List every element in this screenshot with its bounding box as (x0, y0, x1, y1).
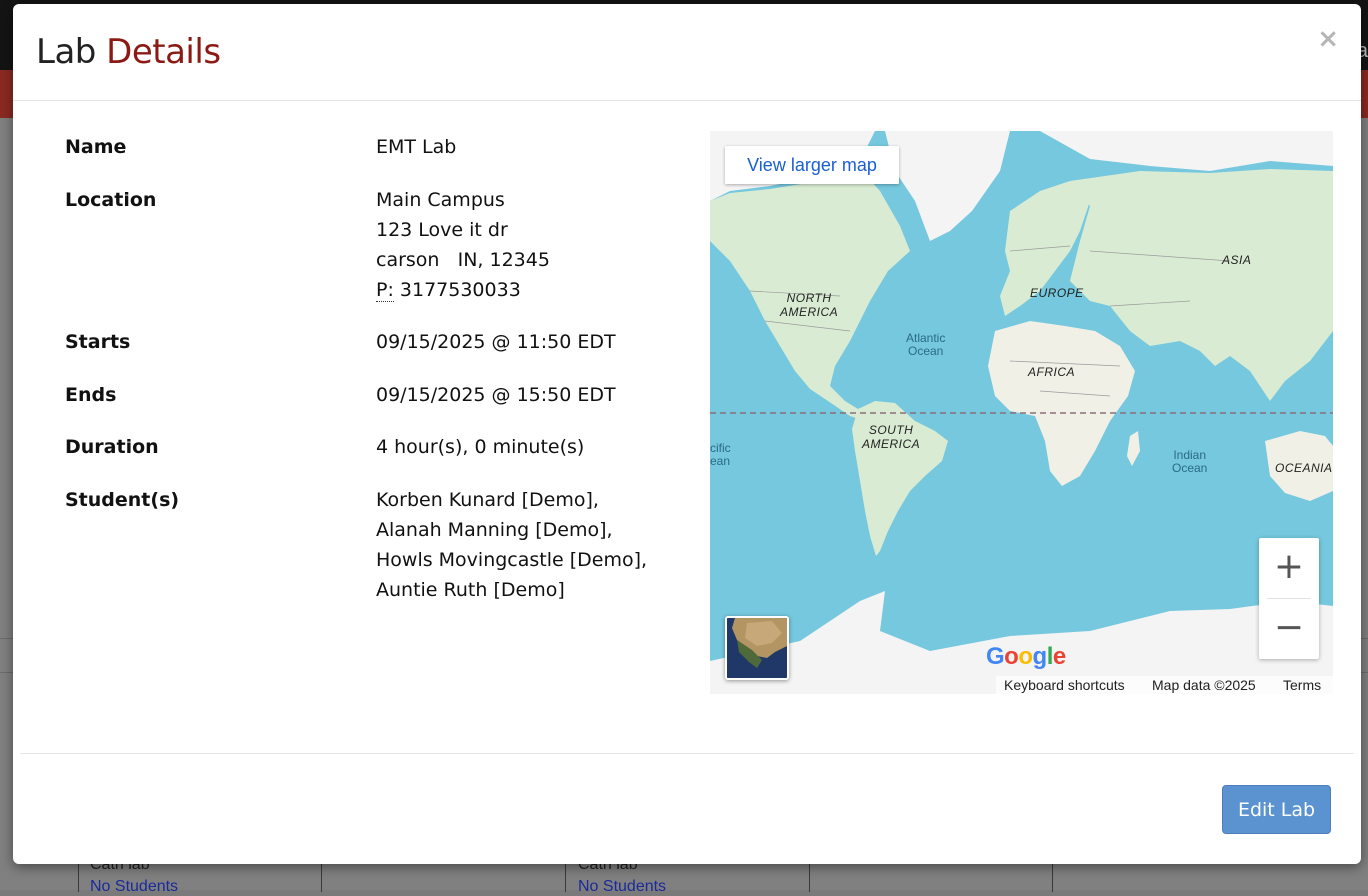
student-item: Korben Kunard [Demo], (376, 489, 599, 511)
lab-details-modal: Lab Details × Name EMT Lab Location Main… (13, 4, 1361, 864)
modal-footer-divider (20, 753, 1354, 754)
address-line: 123 Love it dr (376, 219, 508, 241)
view-larger-map-button[interactable]: View larger map (725, 146, 899, 184)
map-label-indian-ocean: Indian Ocean (1172, 448, 1208, 475)
detail-label: Student(s) (65, 489, 180, 511)
map-label-pacific-ocean: cific ean (710, 441, 731, 468)
close-icon[interactable]: × (1317, 26, 1339, 52)
map-label-asia: ASIA (1222, 253, 1252, 267)
map-label-atlantic-ocean: Atlantic Ocean (906, 331, 946, 358)
phone-abbr: P: (376, 279, 394, 302)
student-item: Auntie Ruth [Demo] (376, 579, 565, 601)
zoom-out-button[interactable]: − (1259, 599, 1319, 659)
detail-value: 09/15/2025 @ 11:50 EDT (376, 331, 616, 353)
map-zoom-control: + − (1259, 538, 1319, 659)
map-data-attribution: Map data ©2025 (1152, 677, 1256, 693)
student-item: Howls Movingcastle [Demo], (376, 549, 648, 571)
modal-title: Lab Details (36, 32, 221, 72)
detail-label: Duration (65, 436, 159, 458)
address-line: Main Campus (376, 189, 505, 211)
map-label-oceania: OCEANIA (1275, 461, 1333, 475)
modal-title-plain: Lab (36, 32, 96, 72)
phone-number: 3177530033 (399, 279, 521, 301)
phone-line: P: 3177530033 (376, 275, 550, 305)
map-label-south-america: SOUTH AMERICA (862, 423, 921, 451)
logo-letter: g (1032, 643, 1048, 670)
location-address: Main Campus 123 Love it dr carson IN, 12… (376, 185, 550, 305)
logo-letter: G (986, 643, 1005, 670)
terms-link[interactable]: Terms (1283, 676, 1321, 694)
detail-label: Location (65, 189, 157, 211)
detail-value: 09/15/2025 @ 15:50 EDT (376, 384, 616, 406)
detail-label: Name (65, 136, 127, 158)
background-cell-link[interactable]: No Students (578, 878, 666, 896)
detail-label: Starts (65, 331, 131, 353)
map-label-north-america: NORTH AMERICA (780, 291, 839, 319)
modal-header: Lab Details × (13, 4, 1361, 101)
modal-title-accent: Details (106, 32, 221, 72)
google-logo: Google (986, 643, 1066, 671)
logo-letter: o (1004, 643, 1019, 670)
map-label-africa: AFRICA (1028, 365, 1076, 379)
detail-label: Ends (65, 384, 117, 406)
embedded-map[interactable]: NORTH AMERICA SOUTH AMERICA EUROPE AFRIC… (710, 131, 1333, 694)
satellite-thumbnail-icon (727, 618, 787, 678)
zoom-in-button[interactable]: + (1259, 538, 1319, 598)
logo-letter: e (1052, 643, 1066, 670)
world-map-graphic (710, 131, 1333, 694)
logo-letter: o (1018, 643, 1033, 670)
satellite-view-toggle[interactable] (725, 616, 789, 680)
detail-value: EMT Lab (376, 136, 457, 158)
map-label-europe: EUROPE (1030, 286, 1084, 300)
students-list: Korben Kunard [Demo], Alanah Manning [De… (376, 485, 647, 605)
address-line: carson IN, 12345 (376, 249, 550, 271)
map-attribution-bar: Keyboard shortcuts Map data ©2025 Terms (996, 676, 1333, 694)
student-item: Alanah Manning [Demo], (376, 519, 613, 541)
edit-lab-button[interactable]: Edit Lab (1222, 785, 1331, 834)
detail-value: 4 hour(s), 0 minute(s) (376, 436, 585, 458)
keyboard-shortcuts-link[interactable]: Keyboard shortcuts (1004, 676, 1125, 694)
background-cell-link[interactable]: No Students (90, 878, 178, 896)
